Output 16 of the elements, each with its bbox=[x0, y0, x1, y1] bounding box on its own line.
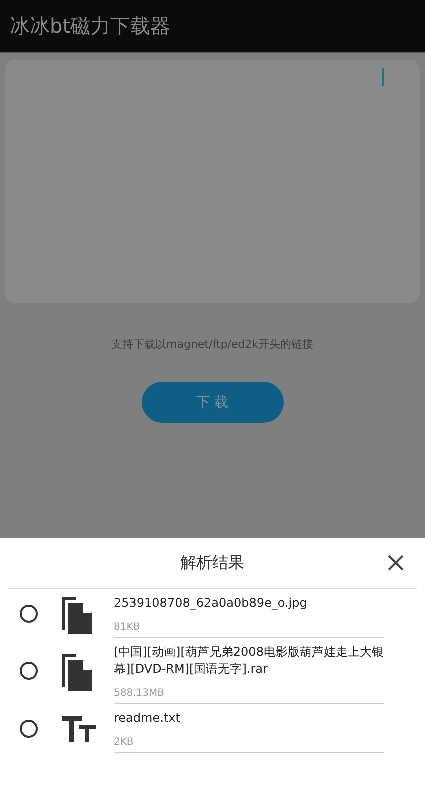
file-name: 2539108708_62a0a0b89e_o.jpg bbox=[114, 595, 308, 612]
file-size: 2KB bbox=[114, 737, 135, 748]
link-input-field[interactable] bbox=[5, 60, 420, 303]
app-title: 冰冰bt磁力下载器 bbox=[10, 12, 171, 40]
hint-text: 支持下载以magnet/ftp/ed2k开头的链接 bbox=[112, 337, 314, 352]
download-button[interactable]: 下 载 bbox=[142, 382, 284, 423]
file-name: readme.txt bbox=[114, 710, 182, 727]
file-size: 81KB bbox=[114, 622, 142, 633]
radio-button[interactable] bbox=[20, 720, 38, 738]
file-size: 588.13MB bbox=[114, 688, 166, 699]
radio-button[interactable] bbox=[20, 662, 38, 680]
sheet-title: 解析结果 bbox=[180, 552, 244, 574]
radio-button[interactable] bbox=[20, 604, 38, 622]
close-icon[interactable] bbox=[387, 554, 405, 572]
file-name: [中国][动画][葫芦兄弟2008电影版葫芦娃走上大银幕][DVD-RM][国语无字].rar bbox=[114, 644, 384, 678]
text-size-icon bbox=[62, 716, 96, 742]
